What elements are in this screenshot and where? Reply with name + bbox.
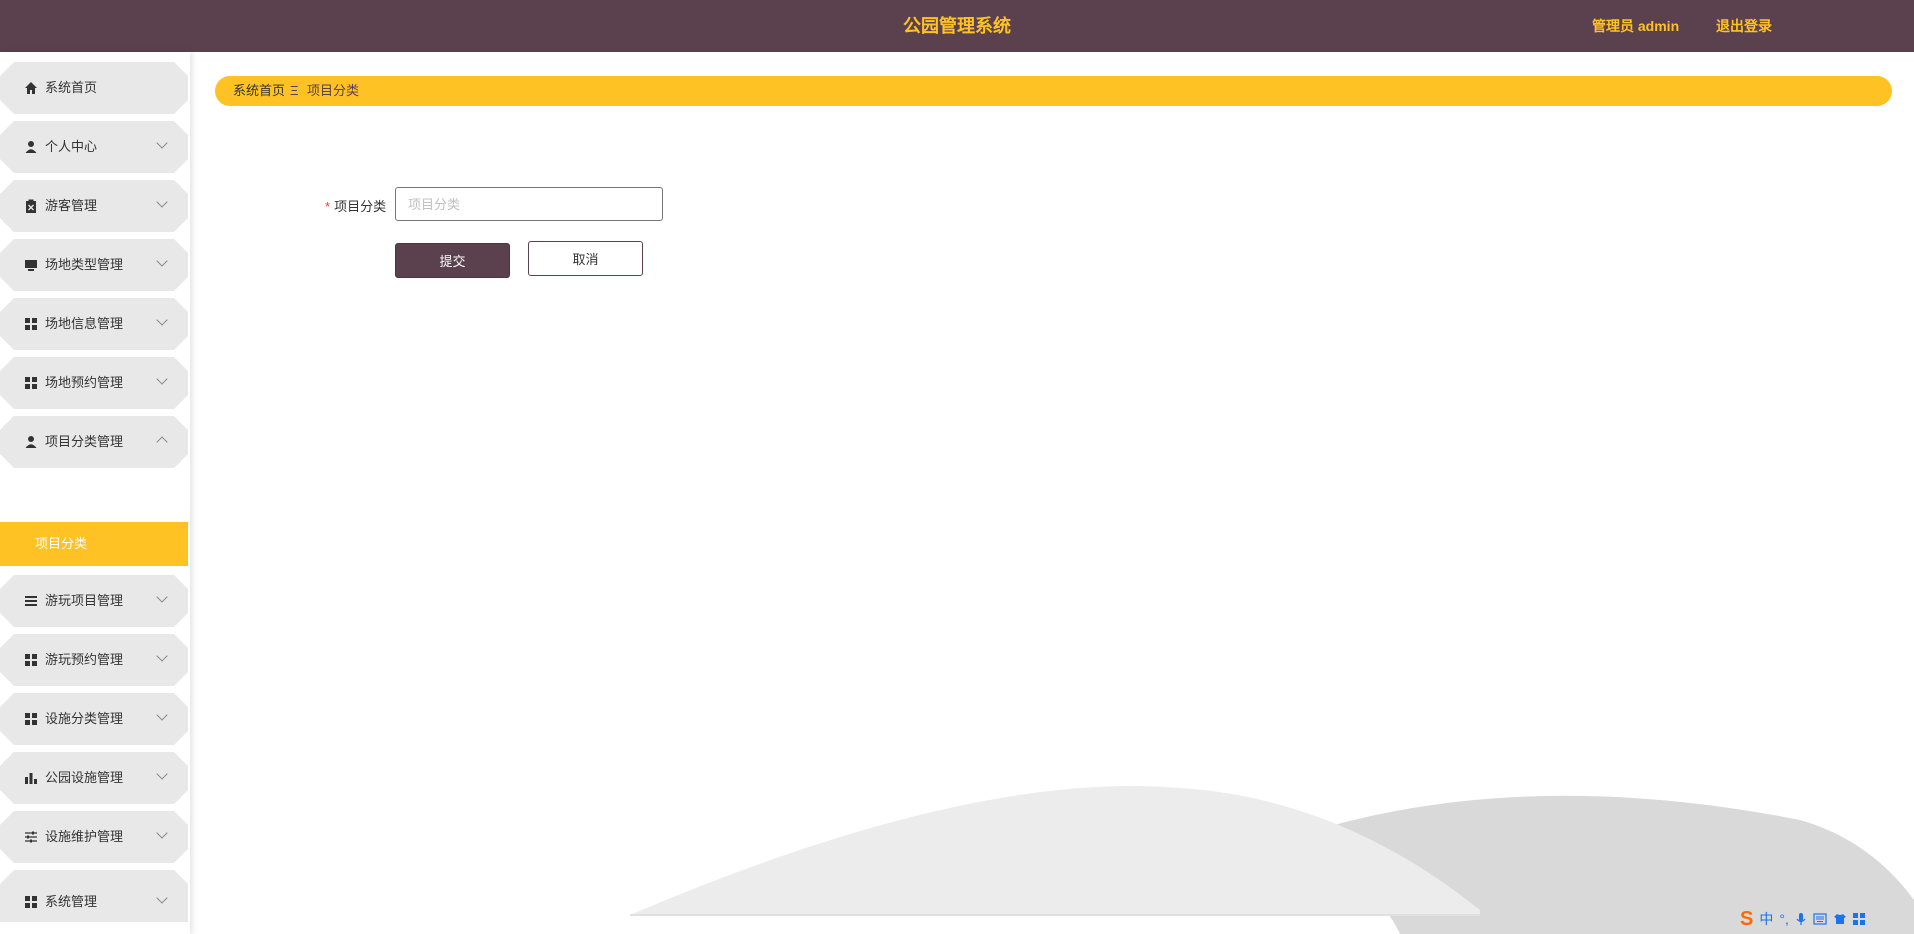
sidebar-item-label: 游玩项目管理	[45, 593, 124, 608]
ime-toolbar: S 中 °,	[1740, 906, 1865, 932]
sidebar-item-profile[interactable]: 个人中心	[0, 121, 188, 173]
skin-icon[interactable]	[1833, 913, 1847, 925]
chevron-down-icon	[156, 892, 168, 904]
field-label-text: 项目分类	[334, 199, 387, 214]
current-user: 管理员 admin	[1592, 18, 1680, 34]
sidebar-item-play-projects[interactable]: 游玩项目管理	[0, 575, 188, 627]
toolbox-icon[interactable]	[1852, 913, 1865, 925]
breadcrumb-current: 项目分类	[307, 83, 360, 98]
sidebar-item-facility-maintenance[interactable]: 设施维护管理	[0, 811, 188, 863]
sidebar-item-label: 设施分类管理	[45, 711, 124, 726]
sidebar-subitem-label: 项目分类	[35, 536, 88, 551]
clipboard-icon	[26, 199, 36, 213]
breadcrumb-separator: Ξ	[290, 83, 299, 98]
sidebar-item-facility-category[interactable]: 设施分类管理	[0, 693, 188, 745]
top-bar: 公园管理系统 管理员 admin 退出登录	[0, 0, 1914, 52]
grid-icon	[25, 318, 37, 330]
sidebar-item-label: 设施维护管理	[45, 829, 124, 844]
submit-button[interactable]: 提交	[395, 243, 510, 278]
project-category-input[interactable]	[395, 187, 663, 221]
keyboard-icon[interactable]	[1813, 913, 1827, 925]
sidebar-item-play-booking[interactable]: 游玩预约管理	[0, 634, 188, 686]
breadcrumb: 系统首页 Ξ 项目分类	[215, 76, 1892, 106]
ime-mode[interactable]: 中	[1759, 909, 1773, 929]
user-icon	[25, 141, 37, 153]
chevron-down-icon	[156, 709, 168, 721]
logout-link[interactable]: 退出登录	[1716, 0, 1772, 52]
sidebar-item-park-facilities[interactable]: 公园设施管理	[0, 752, 188, 804]
sidebar-item-label: 公园设施管理	[45, 770, 124, 785]
sidebar-item-label: 项目分类管理	[45, 434, 124, 449]
sidebar-item-home[interactable]: 系统首页	[0, 62, 188, 114]
cancel-button[interactable]: 取消	[528, 241, 643, 276]
sliders-icon	[25, 831, 37, 843]
chevron-down-icon	[156, 137, 168, 149]
sidebar-item-label: 游客管理	[45, 198, 98, 213]
sidebar-item-label: 场地类型管理	[45, 257, 124, 272]
monitor-icon	[25, 260, 37, 271]
chevron-down-icon	[156, 827, 168, 839]
decorative-hills	[630, 786, 1914, 934]
home-icon	[25, 82, 37, 94]
sidebar-item-venue-info[interactable]: 场地信息管理	[0, 298, 188, 350]
user-icon	[25, 436, 37, 448]
sidebar-item-label: 场地信息管理	[45, 316, 124, 331]
required-mark: *	[325, 199, 331, 214]
sidebar-item-label: 个人中心	[45, 139, 98, 154]
sidebar-item-label: 游玩预约管理	[45, 652, 124, 667]
sidebar-subitem-project-category[interactable]: 项目分类	[0, 522, 188, 566]
chevron-down-icon	[156, 650, 168, 662]
sidebar-item-project-category[interactable]: 项目分类管理	[0, 416, 188, 468]
sidebar-item-label: 系统首页	[45, 80, 98, 95]
breadcrumb-home[interactable]: 系统首页	[233, 76, 285, 106]
bar-chart-icon	[25, 773, 37, 784]
ime-punct[interactable]: °,	[1779, 911, 1789, 927]
list-icon	[25, 596, 37, 606]
chevron-down-icon	[156, 591, 168, 603]
sidebar-item-visitors[interactable]: 游客管理	[0, 180, 188, 232]
project-category-label: * 项目分类	[325, 196, 386, 215]
chevron-down-icon	[156, 314, 168, 326]
chevron-down-icon	[156, 768, 168, 780]
grid-icon	[25, 377, 37, 389]
ime-logo[interactable]: S	[1740, 908, 1753, 931]
grid-icon	[25, 896, 37, 908]
sidebar: 系统首页 个人中心 游客管理 场地类型管理 场地信息管理 场地预约管理 项目分类…	[0, 52, 190, 934]
grid-icon	[25, 713, 37, 725]
sidebar-item-venue-types[interactable]: 场地类型管理	[0, 239, 188, 291]
chevron-down-icon	[156, 373, 168, 385]
chevron-up-icon	[156, 436, 168, 448]
microphone-icon[interactable]	[1795, 912, 1807, 926]
sidebar-item-venue-booking[interactable]: 场地预约管理	[0, 357, 188, 409]
sidebar-item-system[interactable]: 系统管理	[0, 882, 188, 922]
grid-icon	[25, 654, 37, 666]
chevron-down-icon	[156, 255, 168, 267]
chevron-down-icon	[156, 196, 168, 208]
sidebar-item-label: 系统管理	[45, 894, 98, 909]
sidebar-item-label: 场地预约管理	[45, 375, 124, 390]
